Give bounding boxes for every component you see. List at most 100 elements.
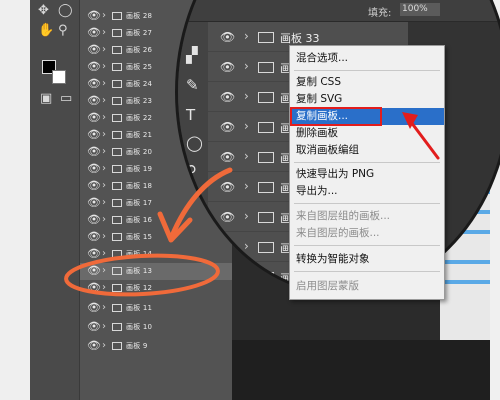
visibility-eye-icon[interactable]: 👁 <box>87 129 101 141</box>
screen-mode-icon[interactable]: ▭ <box>60 92 72 106</box>
brush-tool-icon[interactable]: ✎ <box>186 76 199 94</box>
artboard-icon <box>112 29 122 37</box>
menu-item-quick-export-png[interactable]: 快速导出为 PNG <box>290 166 444 183</box>
menu-item-blending-options[interactable]: 混合选项... <box>290 50 444 67</box>
layer-name: 画板 17 <box>126 199 153 207</box>
chevron-right-icon[interactable]: › <box>244 119 249 133</box>
visibility-eye-icon[interactable]: 👁 <box>87 146 101 158</box>
visibility-eye-icon[interactable]: 👁 <box>87 302 101 314</box>
visibility-eye-icon[interactable]: 👁 <box>220 90 235 104</box>
chevron-right-icon[interactable]: › <box>244 179 249 193</box>
chevron-right-icon[interactable]: › <box>102 162 106 176</box>
menu-item-convert-smart-object[interactable]: 转换为智能对象 <box>290 251 444 268</box>
layer-name: 画板 21 <box>126 131 153 139</box>
menu-item-delete-artboard[interactable]: 删除画板 <box>290 125 444 142</box>
visibility-eye-icon[interactable]: 👁 <box>220 180 235 194</box>
chevron-right-icon[interactable]: › <box>102 196 106 210</box>
chevron-right-icon[interactable]: › <box>102 43 106 57</box>
layer-row[interactable]: 👁 › 画板 9 <box>80 338 232 355</box>
visibility-eye-icon[interactable]: 👁 <box>220 270 235 284</box>
chevron-right-icon[interactable]: › <box>102 94 106 108</box>
visibility-eye-icon[interactable]: 👁 <box>87 78 101 90</box>
chevron-right-icon[interactable]: › <box>102 26 106 40</box>
chevron-right-icon[interactable]: › <box>244 89 249 103</box>
type-tool-icon[interactable]: T <box>186 106 195 124</box>
ellipse-tool-icon[interactable]: ◯ <box>186 134 203 152</box>
chevron-right-icon[interactable]: › <box>102 9 106 23</box>
zoom-tool-icon[interactable]: ⚲ <box>58 24 68 38</box>
fill-label: 填充: <box>368 8 392 19</box>
layer-name: 画板 26 <box>126 46 153 54</box>
chevron-right-icon[interactable]: › <box>102 179 106 193</box>
visibility-eye-icon[interactable]: 👁 <box>87 10 101 22</box>
chevron-right-icon[interactable]: › <box>102 77 106 91</box>
highlight-box <box>290 107 382 126</box>
menu-item-copy-css[interactable]: 复制 CSS <box>290 74 444 91</box>
chevron-right-icon[interactable]: › <box>102 213 106 227</box>
visibility-eye-icon[interactable]: 👁 <box>87 248 101 260</box>
visibility-eye-icon[interactable]: 👁 <box>87 180 101 192</box>
visibility-eye-icon[interactable]: 👁 <box>87 61 101 73</box>
left-margin <box>0 0 30 400</box>
artboard-icon <box>112 131 122 139</box>
chevron-right-icon[interactable]: › <box>102 128 106 142</box>
chevron-right-icon[interactable]: › <box>102 339 106 353</box>
visibility-eye-icon[interactable]: 👁 <box>220 240 235 254</box>
menu-item-copy-svg[interactable]: 复制 SVG <box>290 91 444 108</box>
visibility-eye-icon[interactable]: 👁 <box>87 340 101 352</box>
quick-mask-icon[interactable]: ▣ <box>40 92 52 106</box>
chevron-right-icon[interactable]: › <box>102 301 106 315</box>
menu-divider <box>294 271 440 272</box>
visibility-eye-icon[interactable]: 👁 <box>220 210 235 224</box>
chevron-right-icon[interactable]: › <box>244 149 249 163</box>
visibility-eye-icon[interactable]: 👁 <box>87 27 101 39</box>
move-tool-icon[interactable]: ✥ <box>38 4 49 18</box>
chevron-right-icon[interactable]: › <box>244 209 249 223</box>
chevron-right-icon[interactable]: › <box>244 239 249 253</box>
zoom-tool-icon[interactable]: ⚲ <box>186 162 197 180</box>
visibility-eye-icon[interactable]: 👁 <box>87 321 101 333</box>
fill-value-field[interactable]: 100% <box>400 3 440 16</box>
artboard-icon <box>258 152 274 163</box>
visibility-eye-icon[interactable]: 👁 <box>220 150 235 164</box>
artboard-icon <box>112 97 122 105</box>
visibility-eye-icon[interactable]: 👁 <box>220 30 235 44</box>
layer-row[interactable]: 👁 › 画板 10 <box>80 319 232 336</box>
chevron-right-icon[interactable]: › <box>244 269 249 283</box>
chevron-right-icon[interactable]: › <box>102 264 106 278</box>
menu-item-artboard-from-layers[interactable]: 来自图层的画板... <box>290 225 444 242</box>
artboard-icon <box>258 62 274 73</box>
options-bar <box>178 0 500 22</box>
chevron-right-icon[interactable]: › <box>102 320 106 334</box>
crop-tool-icon[interactable]: ▞ <box>186 46 198 64</box>
visibility-eye-icon[interactable]: 👁 <box>87 282 101 294</box>
visibility-eye-icon[interactable]: 👁 <box>87 231 101 243</box>
ellipse-marquee-icon[interactable]: ◯ <box>58 4 73 18</box>
menu-item-export-as[interactable]: 导出为... <box>290 183 444 200</box>
hand-tool-icon[interactable]: ✋ <box>38 24 54 38</box>
visibility-eye-icon[interactable]: 👁 <box>87 163 101 175</box>
visibility-eye-icon[interactable]: 👁 <box>87 197 101 209</box>
chevron-right-icon[interactable]: › <box>102 247 106 261</box>
menu-item-ungroup-artboards[interactable]: 取消画板编组 <box>290 142 444 159</box>
visibility-eye-icon[interactable]: 👁 <box>220 60 235 74</box>
chevron-right-icon[interactable]: › <box>102 281 106 295</box>
visibility-eye-icon[interactable]: 👁 <box>87 44 101 56</box>
layer-row[interactable]: 👁 › 画板 11 <box>80 300 232 317</box>
visibility-eye-icon[interactable]: 👁 <box>87 95 101 107</box>
chevron-right-icon[interactable]: › <box>102 145 106 159</box>
chevron-right-icon[interactable]: › <box>102 111 106 125</box>
background-color-swatch[interactable] <box>52 70 66 84</box>
visibility-eye-icon[interactable]: 👁 <box>220 120 235 134</box>
menu-divider <box>294 203 440 204</box>
chevron-right-icon[interactable]: › <box>244 29 249 43</box>
menu-item-enable-layer-effects[interactable]: 启用图层蒙版 <box>290 278 444 295</box>
chevron-right-icon[interactable]: › <box>102 230 106 244</box>
visibility-eye-icon[interactable]: 👁 <box>87 112 101 124</box>
visibility-eye-icon[interactable]: 👁 <box>87 214 101 226</box>
chevron-right-icon[interactable]: › <box>102 60 106 74</box>
visibility-eye-icon[interactable]: 👁 <box>87 265 101 277</box>
menu-item-artboard-from-group[interactable]: 来自图层组的画板... <box>290 208 444 225</box>
chevron-right-icon[interactable]: › <box>244 59 249 73</box>
menu-divider <box>294 70 440 71</box>
